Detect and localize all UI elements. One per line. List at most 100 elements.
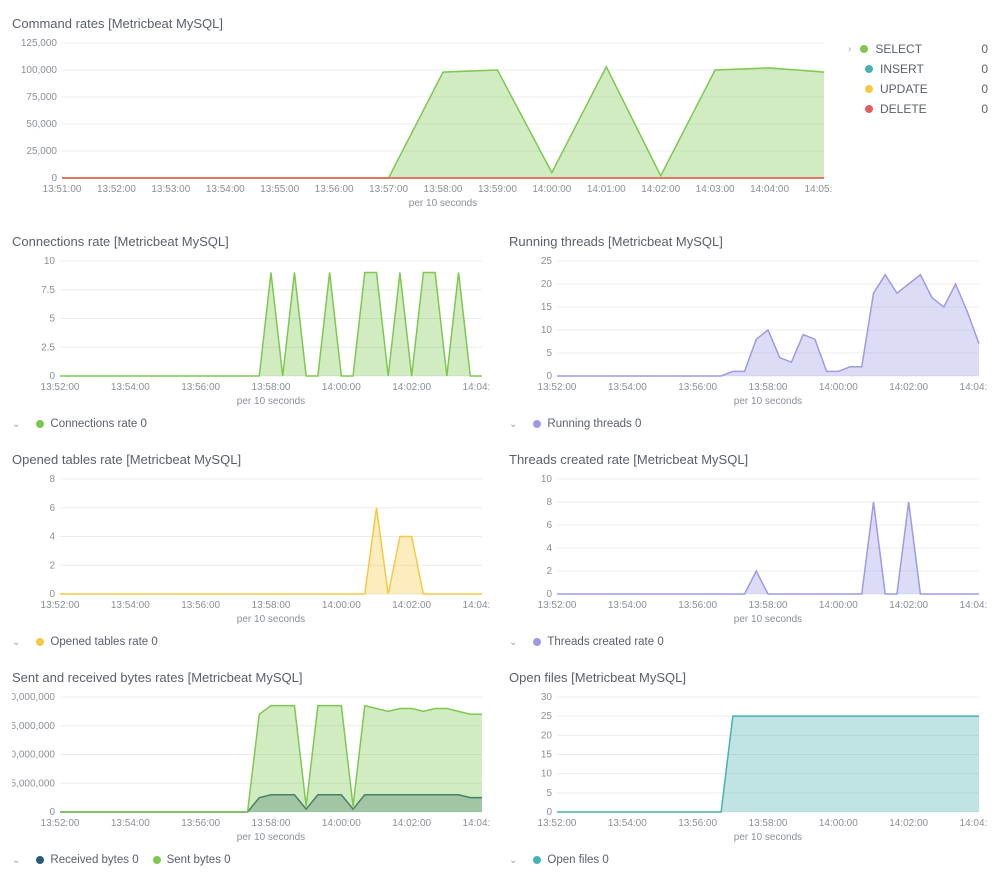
svg-text:100,000: 100,000 — [21, 65, 58, 76]
svg-text:14:05:00: 14:05:00 — [805, 184, 832, 195]
svg-text:13:52:00: 13:52:00 — [97, 184, 136, 195]
running_threads-chart: 051015202513:52:0013:54:0013:56:0013:58:… — [509, 255, 987, 410]
svg-text:13:54:00: 13:54:00 — [608, 600, 647, 611]
chevron-down-icon[interactable]: ⌄ — [509, 855, 517, 866]
legend-label: Sent bytes 0 — [167, 854, 231, 866]
legend-value: 0 — [981, 102, 988, 116]
svg-text:2: 2 — [546, 566, 552, 577]
svg-text:13:56:00: 13:56:00 — [678, 600, 717, 611]
chevron-down-icon[interactable]: ⌄ — [12, 855, 20, 866]
svg-text:13:52:00: 13:52:00 — [538, 600, 577, 611]
svg-text:5,000,000: 5,000,000 — [12, 778, 55, 789]
svg-text:13:54:00: 13:54:00 — [111, 600, 150, 611]
svg-text:10: 10 — [541, 325, 553, 336]
chevron-down-icon[interactable]: ⌄ — [12, 419, 20, 430]
svg-text:13:58:00: 13:58:00 — [252, 818, 291, 829]
legend-label: DELETE — [880, 102, 927, 116]
svg-text:13:51:00: 13:51:00 — [43, 184, 82, 195]
svg-text:0: 0 — [49, 807, 55, 818]
svg-text:per 10 seconds: per 10 seconds — [734, 614, 802, 625]
svg-text:25,000: 25,000 — [26, 146, 57, 157]
legend-value: 0 — [981, 42, 988, 56]
svg-text:13:56:00: 13:56:00 — [181, 600, 220, 611]
svg-text:14:00:00: 14:00:00 — [819, 818, 858, 829]
svg-text:14:02:00: 14:02:00 — [889, 818, 928, 829]
legend-dot-icon — [533, 638, 541, 646]
legend-dot-icon — [36, 638, 44, 646]
svg-text:14:02:00: 14:02:00 — [641, 184, 680, 195]
svg-text:10,000,000: 10,000,000 — [12, 750, 55, 761]
legend-item[interactable]: ›SELECT0 — [848, 39, 988, 59]
svg-text:4: 4 — [49, 532, 55, 543]
svg-text:14:04:00: 14:04:00 — [463, 818, 490, 829]
svg-text:10: 10 — [541, 769, 553, 780]
legend-item[interactable]: Running threads 0 — [533, 418, 641, 430]
svg-text:13:58:00: 13:58:00 — [252, 600, 291, 611]
svg-text:6: 6 — [546, 520, 552, 531]
svg-text:0: 0 — [546, 371, 552, 382]
svg-text:per 10 seconds: per 10 seconds — [237, 396, 305, 407]
legend-label: Received bytes 0 — [50, 854, 138, 866]
svg-text:13:57:00: 13:57:00 — [369, 184, 408, 195]
legend-label: Open files 0 — [547, 854, 608, 866]
legend-dot-icon — [153, 856, 161, 864]
legend-label: Running threads 0 — [547, 418, 641, 430]
series-open-files — [557, 716, 979, 812]
chevron-down-icon[interactable]: ⌄ — [509, 419, 517, 430]
panel-title: Open files [Metricbeat MySQL] — [509, 670, 988, 685]
svg-text:13:58:00: 13:58:00 — [749, 818, 788, 829]
command_rates-chart: 025,00050,00075,000100,000125,00013:51:0… — [12, 37, 832, 212]
svg-text:14:00:00: 14:00:00 — [819, 600, 858, 611]
svg-text:13:54:00: 13:54:00 — [608, 382, 647, 393]
svg-text:14:02:00: 14:02:00 — [889, 600, 928, 611]
panel-title: Running threads [Metricbeat MySQL] — [509, 234, 988, 249]
svg-text:14:02:00: 14:02:00 — [392, 818, 431, 829]
chevron-down-icon[interactable]: ⌄ — [509, 637, 517, 648]
svg-text:13:59:00: 13:59:00 — [478, 184, 517, 195]
svg-text:13:52:00: 13:52:00 — [41, 600, 80, 611]
chevron-down-icon[interactable]: ⌄ — [12, 637, 20, 648]
legend: ⌄ Open files 0 — [509, 854, 988, 866]
svg-text:14:01:00: 14:01:00 — [587, 184, 626, 195]
connections_rate-chart: 02.557.51013:52:0013:54:0013:56:0013:58:… — [12, 255, 490, 410]
chevron-right-icon[interactable]: › — [848, 44, 851, 55]
legend-item[interactable]: Threads created rate 0 — [533, 636, 663, 648]
legend-dot-icon — [865, 65, 873, 73]
svg-text:0: 0 — [49, 371, 55, 382]
legend-item[interactable]: Received bytes 0 — [36, 854, 138, 866]
svg-text:14:00:00: 14:00:00 — [322, 818, 361, 829]
series-sent-bytes — [60, 706, 482, 812]
svg-text:13:54:00: 13:54:00 — [111, 818, 150, 829]
series-select — [62, 67, 824, 178]
legend-value: 0 — [981, 62, 988, 76]
series-running-threads — [557, 275, 979, 376]
legend-item[interactable]: Sent bytes 0 — [153, 854, 231, 866]
svg-text:0: 0 — [546, 589, 552, 600]
svg-text:13:52:00: 13:52:00 — [538, 818, 577, 829]
svg-text:20: 20 — [541, 730, 553, 741]
legend-item[interactable]: INSERT0 — [848, 59, 988, 79]
svg-text:per 10 seconds: per 10 seconds — [237, 614, 305, 625]
svg-text:8: 8 — [546, 497, 552, 508]
svg-text:14:03:00: 14:03:00 — [696, 184, 735, 195]
svg-text:per 10 seconds: per 10 seconds — [237, 832, 305, 843]
svg-text:13:54:00: 13:54:00 — [608, 818, 647, 829]
legend-item[interactable]: UPDATE0 — [848, 79, 988, 99]
svg-text:13:55:00: 13:55:00 — [260, 184, 299, 195]
svg-text:14:00:00: 14:00:00 — [532, 184, 571, 195]
svg-text:14:02:00: 14:02:00 — [889, 382, 928, 393]
svg-text:13:56:00: 13:56:00 — [315, 184, 354, 195]
svg-text:20: 20 — [541, 279, 553, 290]
svg-text:14:02:00: 14:02:00 — [392, 600, 431, 611]
svg-text:14:04:00: 14:04:00 — [750, 184, 789, 195]
panel-title: Sent and received bytes rates [Metricbea… — [12, 670, 491, 685]
svg-text:2: 2 — [49, 560, 55, 571]
legend-value: 0 — [981, 82, 988, 96]
legend-item[interactable]: Open files 0 — [533, 854, 608, 866]
legend-label: Connections rate 0 — [50, 418, 147, 430]
legend-item[interactable]: Connections rate 0 — [36, 418, 147, 430]
legend-item[interactable]: DELETE 0 — [848, 99, 988, 119]
legend-item[interactable]: Opened tables rate 0 — [36, 636, 157, 648]
svg-text:14:04:00: 14:04:00 — [463, 600, 490, 611]
panel-title: Connections rate [Metricbeat MySQL] — [12, 234, 491, 249]
